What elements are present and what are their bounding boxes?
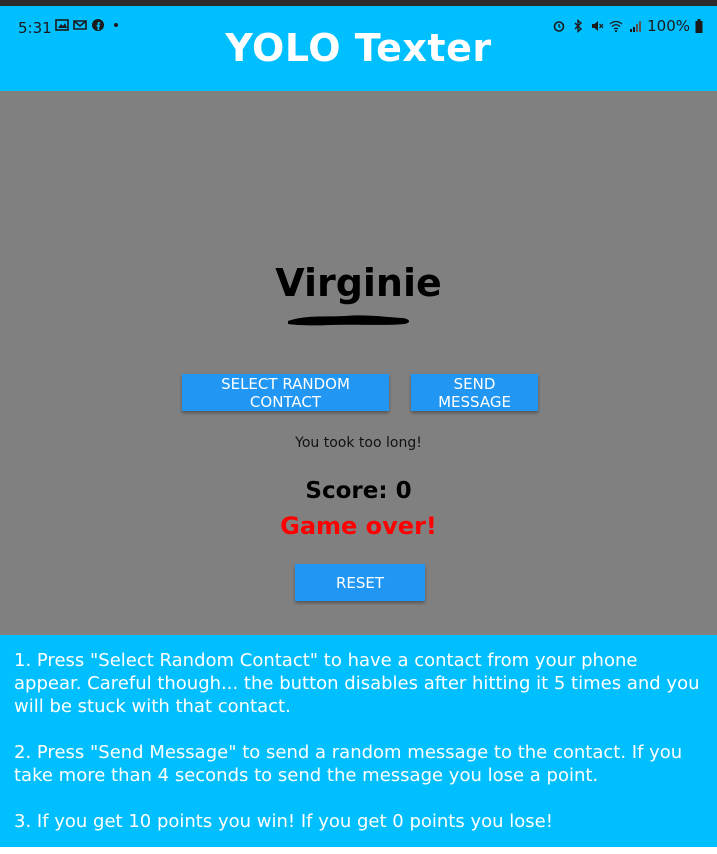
instruction-step-1: 1. Press "Select Random Contact" to have… — [14, 650, 700, 717]
game-panel: Virginie SELECT RANDOM CONTACT SEND MESS… — [0, 91, 717, 635]
instructions-panel: 1. Press "Select Random Contact" to have… — [0, 635, 717, 847]
bottom-edge — [0, 847, 717, 854]
status-message: You took too long! — [295, 435, 422, 451]
app-title: YOLO Texter — [225, 26, 492, 70]
instruction-step-3: 3. If you get 10 points you win! If you … — [14, 811, 553, 832]
score-label: Score: 0 — [305, 478, 412, 504]
contact-name: Virginie — [275, 261, 442, 305]
app-header: 5:31 100% YOLO Texter — [0, 6, 717, 91]
send-message-button[interactable]: SEND MESSAGE — [411, 374, 538, 411]
reset-button[interactable]: RESET — [295, 564, 425, 601]
select-random-contact-button[interactable]: SELECT RANDOM CONTACT — [182, 374, 389, 411]
game-over-label: Game over! — [280, 512, 437, 540]
redaction-mark — [288, 315, 410, 326]
instruction-step-2: 2. Press "Send Message" to send a random… — [14, 742, 683, 786]
